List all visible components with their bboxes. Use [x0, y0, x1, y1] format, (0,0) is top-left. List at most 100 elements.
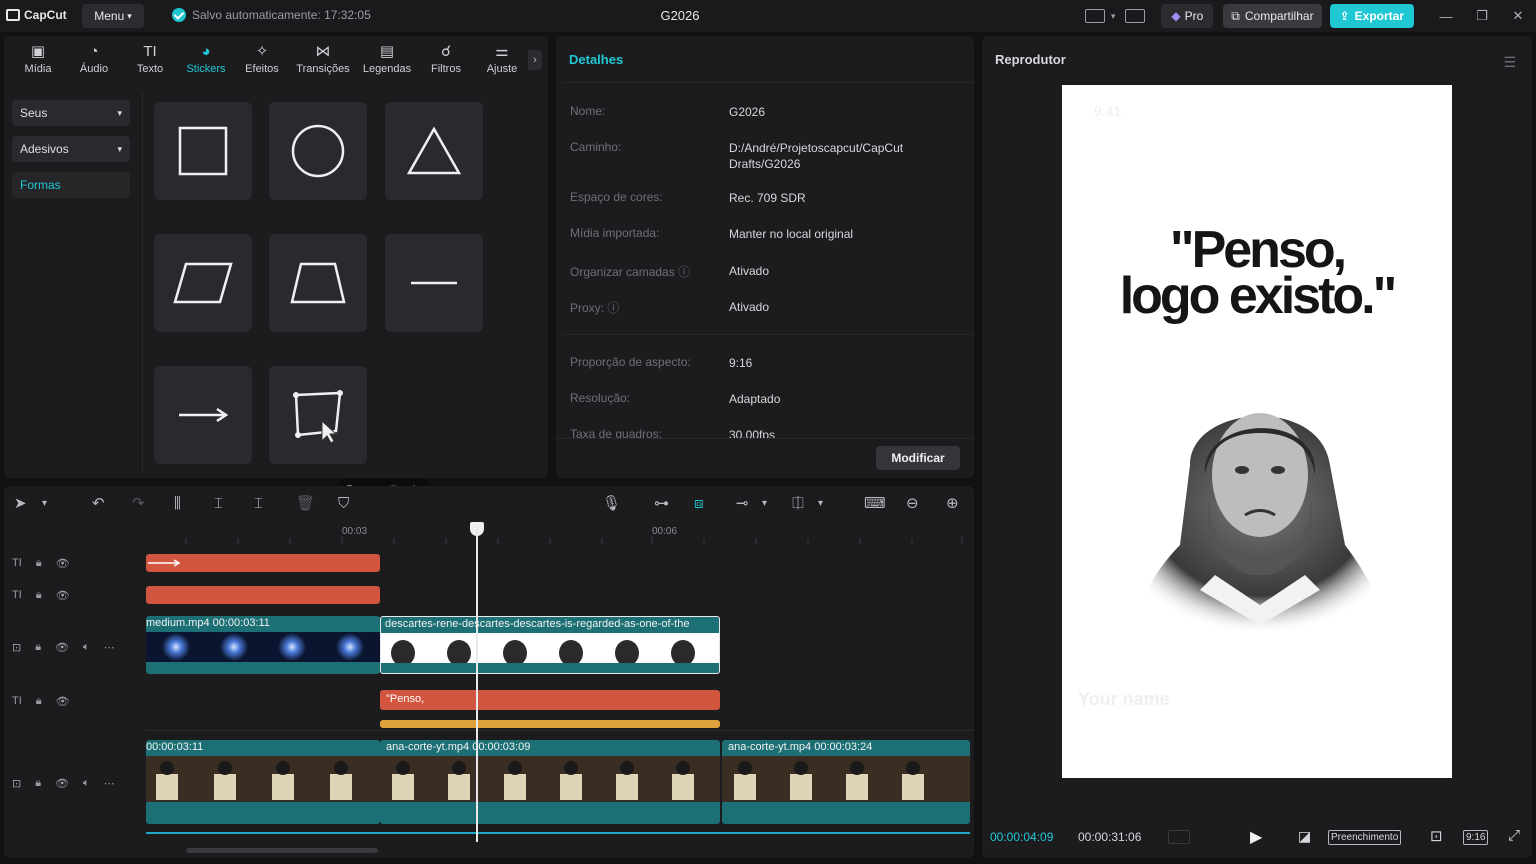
speaker-icon[interactable]: 🔈︎	[83, 777, 90, 790]
current-time: 00:00:04:09	[990, 830, 1054, 844]
horizontal-scrollbar[interactable]	[186, 848, 378, 853]
restore-button[interactable]: ❐	[1464, 0, 1500, 32]
caption-icon[interactable]: ⌨	[864, 494, 886, 514]
layout-icon[interactable]	[1084, 9, 1105, 23]
shape-arrow[interactable]	[154, 366, 252, 464]
tab-captions[interactable]: ▤ Legendas	[356, 36, 418, 82]
trapezoid-shape-icon	[290, 262, 346, 304]
microphone-icon[interactable]: 🎙	[602, 494, 621, 514]
delete-icon[interactable]: 🗑	[296, 494, 315, 514]
split-icon[interactable]: ⫼	[174, 494, 181, 514]
lock-icon[interactable]: 🔒︎	[36, 589, 42, 602]
time-ruler[interactable]: 00:03 00:06	[146, 524, 974, 544]
shape-square[interactable]	[154, 102, 252, 200]
sidebar-item-label: Adesivos	[20, 142, 69, 156]
chevron-down-icon[interactable]: ▾	[1111, 11, 1116, 22]
sidebar-item-shapes[interactable]: Formas	[12, 172, 130, 198]
lock-icon[interactable]: 🔒︎	[35, 641, 41, 654]
main-clip-1[interactable]: 00:00:03:11	[146, 740, 380, 824]
text-clip-shape[interactable]	[146, 586, 380, 604]
chevron-down-icon[interactable]: ▾	[762, 494, 767, 514]
modify-button[interactable]: Modificar	[876, 446, 960, 470]
tab-filters[interactable]: ☌ Filtros	[418, 36, 474, 82]
fill-mode-button[interactable]: Preenchimento	[1328, 830, 1402, 845]
shape-circle[interactable]	[269, 102, 367, 200]
shape-triangle[interactable]	[385, 102, 483, 200]
link-icon[interactable]: ⊶	[654, 494, 669, 514]
tab-audio[interactable]: ◔ Áudio	[66, 36, 122, 82]
track-head-text-1: TI 🔒︎ 👁︎	[4, 554, 146, 572]
sidebar-item-stickers[interactable]: Adesivos ▾	[12, 136, 130, 162]
sticker-clip[interactable]	[380, 720, 720, 728]
eye-icon[interactable]: 👁︎	[56, 695, 70, 708]
video-preview[interactable]: 9:41 "Penso, logo existo." Your name	[1062, 85, 1452, 778]
select-tool-icon[interactable]: ➤	[14, 494, 27, 514]
video-track-icon: ⊡	[12, 641, 22, 654]
tab-stickers[interactable]: ◕ Stickers	[178, 36, 234, 82]
chevron-down-icon[interactable]: ▾	[42, 494, 47, 514]
linkage-icon[interactable]: ⊸	[736, 494, 749, 514]
shortcuts-icon[interactable]	[1125, 9, 1146, 23]
more-icon[interactable]: ⋯	[104, 641, 115, 654]
eye-icon[interactable]: 👁︎	[56, 557, 70, 570]
redo-icon[interactable]: ↷	[132, 494, 145, 514]
minimize-button[interactable]: —	[1428, 0, 1464, 32]
more-icon[interactable]: ⋯	[104, 777, 115, 790]
ghost-name-text: Your name	[1078, 689, 1170, 709]
magnet-icon[interactable]: ⧈	[694, 494, 704, 514]
trim-right-icon[interactable]: ⌶	[254, 494, 263, 514]
aspect-ratio-button[interactable]: 9:16	[1463, 830, 1489, 845]
shape-trapezoid[interactable]	[269, 234, 367, 332]
info-icon[interactable]: ⓘ	[607, 301, 619, 315]
lock-icon[interactable]: 🔒︎	[36, 695, 42, 708]
waveform-icon[interactable]	[1168, 830, 1190, 844]
tab-text[interactable]: TI Texto	[122, 36, 178, 82]
zoom-out-icon[interactable]: ⊖	[906, 494, 919, 514]
info-icon[interactable]: ⓘ	[678, 265, 690, 279]
main-clip-3[interactable]: ana-corte-yt.mp4 00:00:03:24	[722, 740, 970, 824]
pro-button[interactable]: ◆ Pro	[1161, 4, 1214, 28]
blue-glow-thumbnails	[162, 633, 364, 661]
preview-axis-icon[interactable]: ⎅	[792, 494, 804, 514]
undo-icon[interactable]: ↶	[92, 494, 105, 514]
track-head-text-2: TI 🔒︎ 👁︎	[4, 586, 146, 604]
chevron-right-icon[interactable]: ›	[528, 50, 542, 70]
trim-left-icon[interactable]: ⌶	[214, 494, 223, 514]
tab-media[interactable]: ▣ Mídia	[10, 36, 66, 82]
eye-icon[interactable]: 👁︎	[55, 777, 69, 790]
text-clip-arrow[interactable]	[146, 554, 380, 572]
menu-button[interactable]: Menu ▾	[82, 4, 144, 28]
shape-line[interactable]	[385, 234, 483, 332]
shape-custom[interactable]	[269, 366, 367, 464]
play-icon[interactable]: ▶	[1250, 827, 1262, 847]
tab-transitions[interactable]: ⋈ Transições	[290, 36, 356, 82]
shape-parallelogram[interactable]	[154, 234, 252, 332]
export-button[interactable]: ⇪ Exportar	[1329, 4, 1414, 28]
lock-icon[interactable]: 🔒︎	[35, 777, 41, 790]
tab-adjust[interactable]: ⚌ Ajuste	[474, 36, 530, 82]
playhead[interactable]	[476, 526, 478, 842]
chevron-down-icon[interactable]: ▾	[818, 494, 823, 514]
share-button[interactable]: ⧉ Compartilhar	[1223, 4, 1322, 28]
shield-icon[interactable]: ⛉	[338, 494, 349, 514]
eye-icon[interactable]: 👁︎	[56, 589, 70, 602]
close-button[interactable]: ✕	[1500, 0, 1536, 32]
lock-icon[interactable]: 🔒︎	[36, 557, 42, 570]
total-time: 00:00:31:06	[1078, 830, 1142, 844]
main-clip-2[interactable]: ana-corte-yt.mp4 00:00:03:09	[380, 740, 720, 824]
tab-effects[interactable]: ✧ Efeitos	[234, 36, 290, 82]
quality-icon[interactable]: ◪	[1298, 828, 1311, 845]
video-clip-medium[interactable]: medium.mp4 00:00:03:11	[146, 616, 380, 674]
sidebar-item-yours[interactable]: Seus ▾	[12, 100, 130, 126]
person-thumbnails	[734, 761, 924, 800]
eye-icon[interactable]: 👁︎	[55, 641, 69, 654]
fit-icon[interactable]: ⊡	[1430, 827, 1443, 845]
fullscreen-icon[interactable]: ⤢	[1508, 827, 1520, 844]
text-clip-quote[interactable]: "Penso,	[380, 690, 720, 710]
video-clip-descartes[interactable]: descartes-rene-descartes-descartes-is-re…	[380, 616, 720, 674]
detail-label: Organizar camadas ⓘ	[570, 263, 730, 280]
zoom-in-icon[interactable]: ⊕	[946, 494, 959, 514]
hamburger-menu-icon[interactable]: ☰	[1503, 54, 1516, 71]
clip-thumbnails	[146, 632, 380, 662]
speaker-icon[interactable]: 🔈︎	[83, 641, 90, 654]
